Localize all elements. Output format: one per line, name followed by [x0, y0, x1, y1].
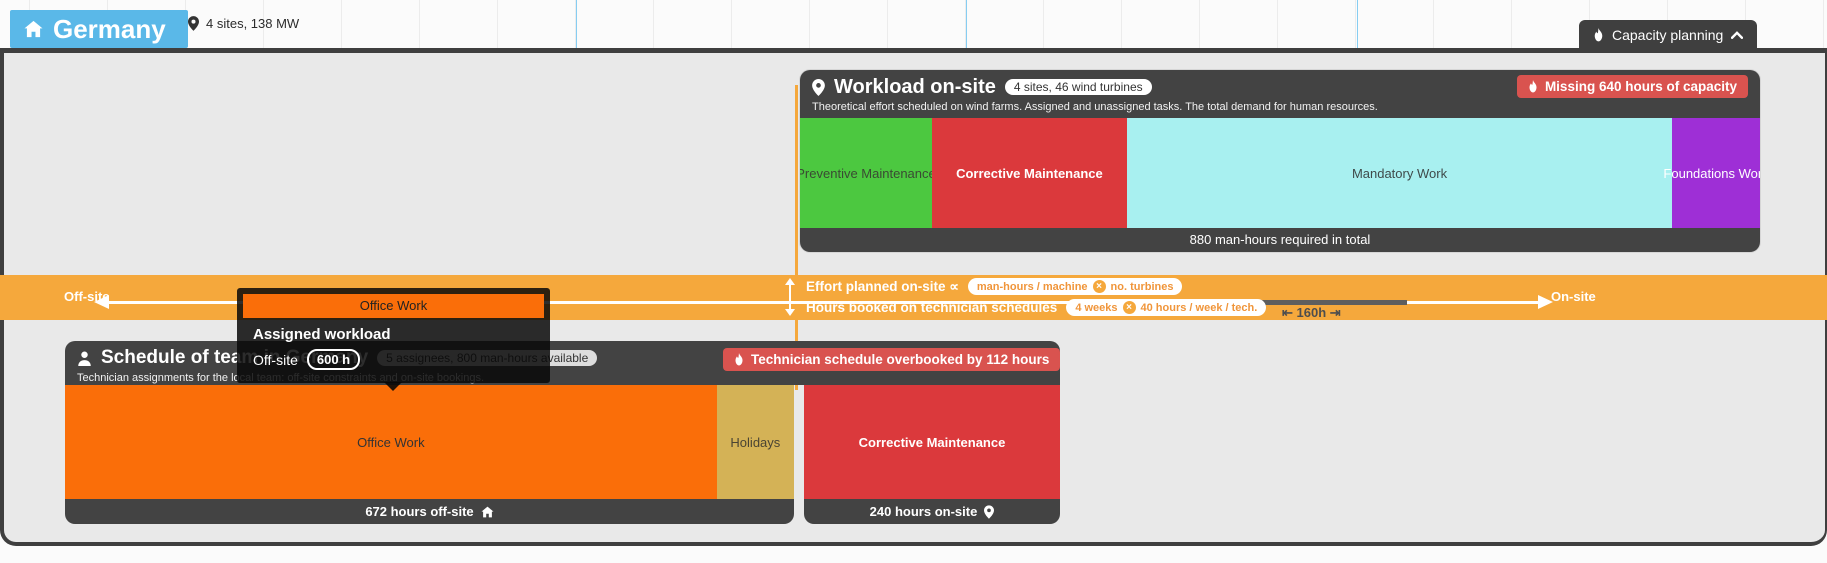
region-tab-germany[interactable]: Germany [10, 10, 188, 48]
workload-segment-mandatory-work[interactable]: Mandatory Work [1127, 118, 1672, 228]
home-icon [24, 20, 43, 38]
schedule-of-team-panel: Schedule of team in Germany 5 assignees,… [65, 341, 1060, 524]
effort-planned-row: Effort planned on-site ∝ man-hours / mac… [806, 278, 1182, 295]
schedule-segment-corrective-maintenance[interactable]: Corrective Maintenance [804, 385, 1060, 499]
flame-icon [1593, 28, 1604, 42]
onsite-hours-footer: 240 hours on-site [804, 499, 1060, 524]
capacity-measure-label: ⇤ 160h ⇥ [1282, 305, 1341, 321]
region-meta: 4 sites, 138 MW [188, 16, 299, 31]
up-down-arrow-icon [789, 283, 791, 311]
tooltip-row-label: Off-site [253, 352, 298, 368]
hours-booked-row: Hours booked on technician schedules 4 w… [806, 299, 1266, 316]
flame-icon [1528, 80, 1538, 93]
workload-stacked-bar: Preventive Maintenance Corrective Mainte… [800, 118, 1760, 228]
week-gridline [966, 0, 967, 48]
app-viewport: Germany 4 sites, 138 MW Workload on-site… [0, 0, 1827, 563]
on-site-label: On-site [1551, 289, 1596, 304]
hours-booked-label: Hours booked on technician schedules [806, 300, 1057, 315]
workload-on-site-panel: Workload on-site 4 sites, 46 wind turbin… [800, 70, 1760, 252]
week-gridline [576, 0, 577, 48]
week-gridline [1357, 0, 1358, 48]
workload-segment-corrective-maintenance[interactable]: Corrective Maintenance [932, 118, 1127, 228]
off-site-label: Off-site [64, 289, 110, 304]
schedule-segment-holidays[interactable]: Holidays [717, 385, 794, 499]
home-icon [481, 506, 494, 518]
offsite-hours-footer: 672 hours off-site [65, 499, 794, 524]
tooltip-highlighted-segment: Office Work [243, 294, 544, 318]
multiply-icon: × [1123, 301, 1136, 314]
schedule-onsite-bar: Corrective Maintenance [804, 385, 1060, 499]
region-meta-label: 4 sites, 138 MW [206, 16, 299, 31]
overbooked-badge: Technician schedule overbooked by 112 ho… [723, 348, 1060, 371]
workload-panel-title: Workload on-site [834, 76, 996, 99]
tooltip-pointer-icon [384, 382, 402, 391]
workload-total-footer: 880 man-hours required in total [800, 228, 1760, 252]
person-icon [77, 351, 92, 366]
arrow-up-icon [785, 278, 795, 285]
schedule-offsite-bar: Office Work Holidays [65, 385, 794, 499]
segment-tooltip: Office Work Assigned workload Off-site 6… [237, 288, 550, 383]
capacity-planning-button[interactable]: Capacity planning [1579, 20, 1757, 50]
workload-segment-foundations-work[interactable]: Foundations Work [1672, 118, 1760, 228]
tooltip-row: Off-site 600 h [253, 349, 360, 370]
chevron-up-icon [1731, 31, 1743, 39]
map-pin-icon [812, 79, 825, 96]
multiply-icon: × [1093, 280, 1106, 293]
workload-panel-subtitle: Theoretical effort scheduled on wind far… [812, 101, 1748, 113]
flame-icon [734, 353, 744, 366]
schedule-panel-subtitle: Technician assignments for the local tea… [77, 372, 1048, 384]
workload-segment-preventive-maintenance[interactable]: Preventive Maintenance [800, 118, 932, 228]
effort-planned-label: Effort planned on-site ∝ [806, 279, 959, 295]
hours-booked-badge: 4 weeks × 40 hours / week / tech. [1066, 299, 1266, 316]
map-pin-icon [188, 16, 199, 31]
schedule-segment-office-work[interactable]: Office Work [65, 385, 717, 499]
effort-formula-badge: man-hours / machine × no. turbines [968, 278, 1183, 295]
workload-panel-header: Workload on-site 4 sites, 46 wind turbin… [800, 70, 1760, 118]
arrow-down-icon [785, 309, 795, 316]
tooltip-hours-chip: 600 h [307, 349, 360, 370]
region-tab-label: Germany [53, 14, 166, 45]
missing-capacity-badge: Missing 640 hours of capacity [1517, 75, 1748, 98]
capacity-planning-label: Capacity planning [1612, 27, 1723, 43]
map-pin-icon [984, 505, 994, 519]
schedule-panel-header: Schedule of team in Germany 5 assignees,… [65, 341, 1060, 385]
workload-sites-badge: 4 sites, 46 wind turbines [1005, 79, 1152, 95]
tooltip-heading: Assigned workload [253, 326, 391, 343]
